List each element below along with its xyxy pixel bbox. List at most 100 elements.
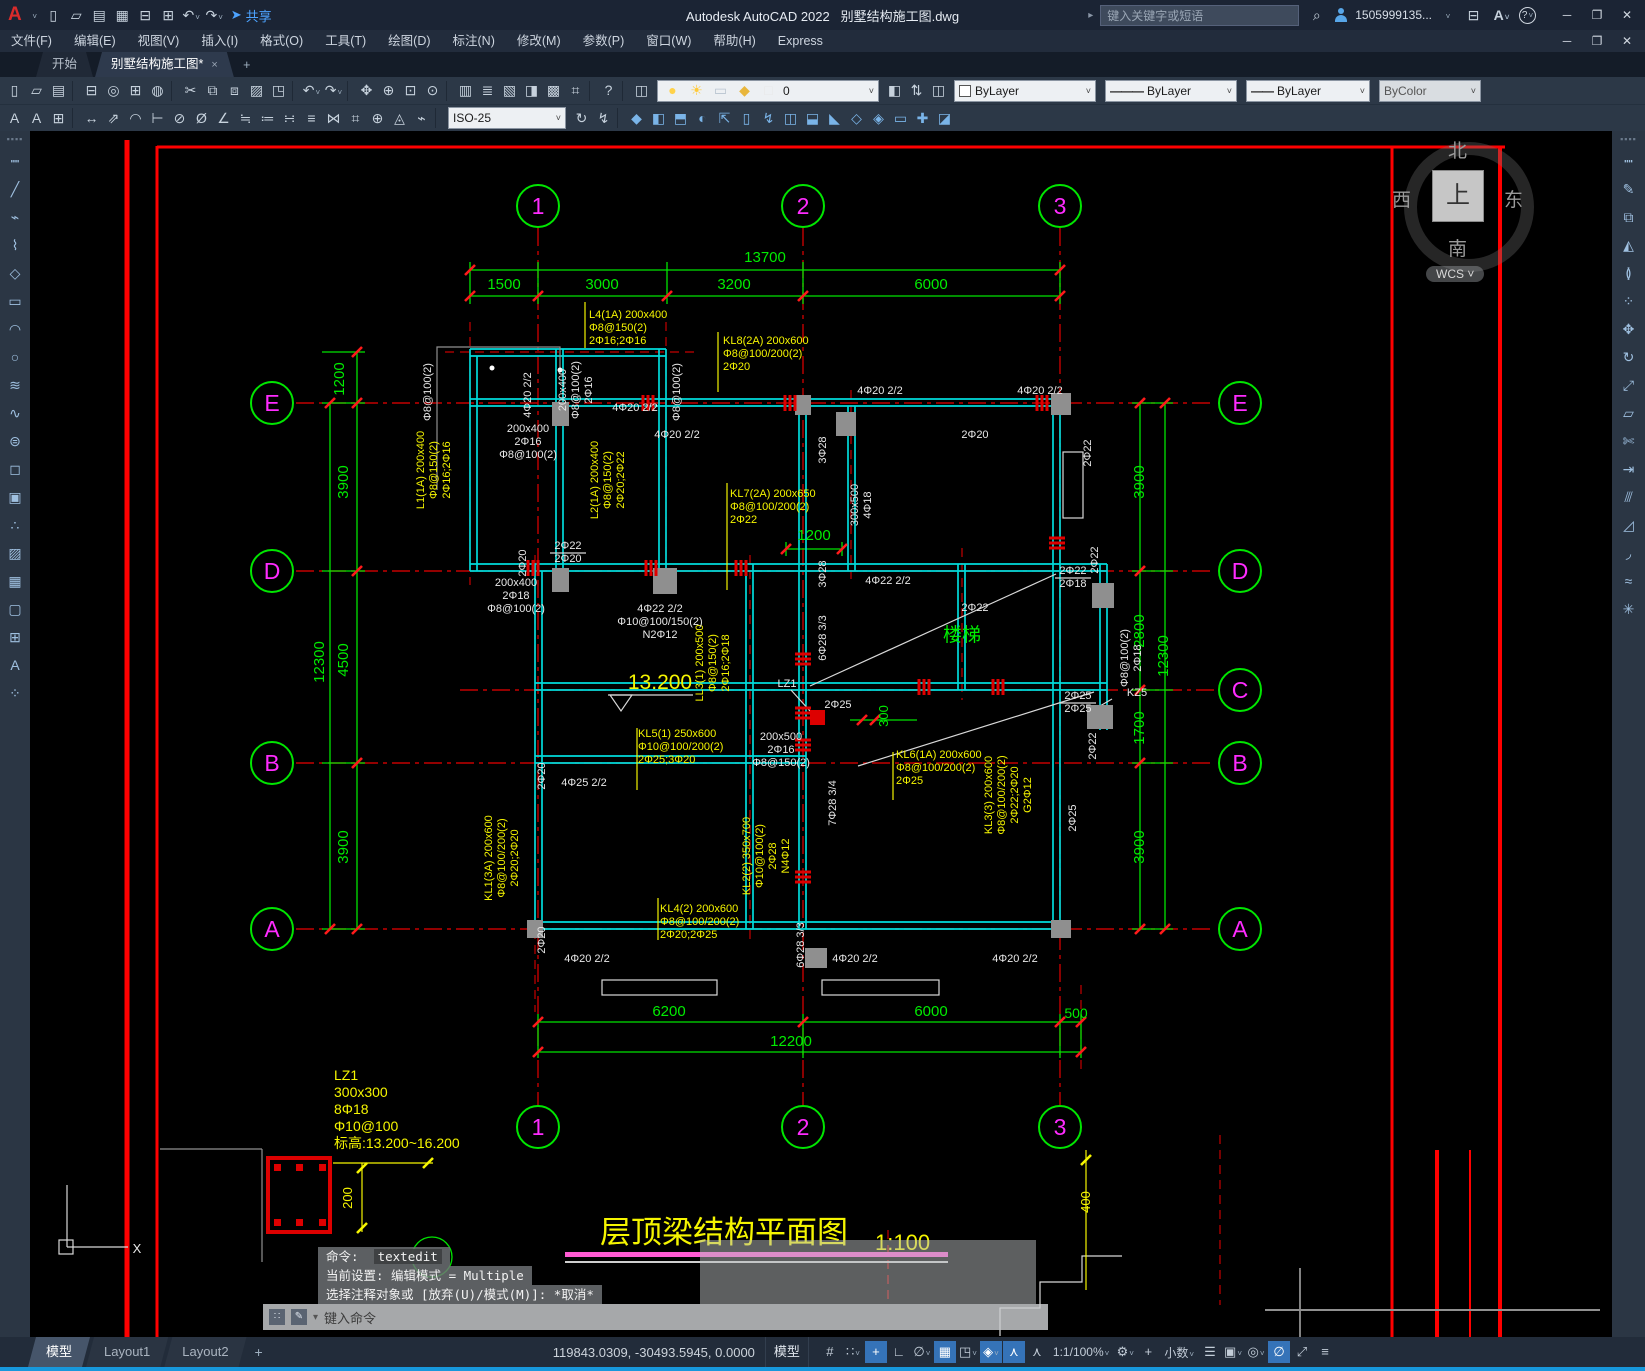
toolbar-grip[interactable]: ▪▪▪▪ <box>1620 134 1637 144</box>
dim-tolerance-icon[interactable]: ⌗ <box>345 108 366 129</box>
polygon-icon[interactable]: ◇ <box>4 262 26 284</box>
cleanscreen-icon[interactable]: ⤢ <box>1291 1341 1313 1363</box>
dyninput-icon[interactable]: + <box>864 1341 887 1363</box>
quickprops-icon[interactable]: ☰ <box>1199 1341 1221 1363</box>
toolpalettes-icon[interactable]: ▧ <box>499 80 520 101</box>
new-layout-button[interactable]: + <box>255 1344 263 1360</box>
tab-model[interactable]: 模型 <box>28 1337 90 1367</box>
autocad-logo-icon[interactable]: A <box>8 4 22 26</box>
copy-icon[interactable]: ⧉ <box>202 80 223 101</box>
plot-icon[interactable]: ⊟ <box>81 80 102 101</box>
menu-item-11[interactable]: 帮助(H) <box>702 30 766 52</box>
doc-restore-button[interactable]: ❐ <box>1583 32 1611 50</box>
search-icon[interactable]: ⌕ <box>1306 5 1327 26</box>
mod14-icon[interactable]: ✚ <box>912 108 933 129</box>
layer-prev-icon[interactable]: ◧ <box>884 80 905 101</box>
recent-commands-icon[interactable]: ✎ <box>291 1309 307 1325</box>
dim-baseline-icon[interactable]: ≔ <box>257 108 278 129</box>
break-icon[interactable]: ⫻ <box>1618 486 1640 508</box>
polar-icon[interactable]: ∅ <box>911 1341 933 1363</box>
menu-item-1[interactable]: 编辑(E) <box>63 30 127 52</box>
markup-icon[interactable]: ▩ <box>543 80 564 101</box>
dimstyle-combo[interactable]: ISO-25 ˅ <box>448 107 566 129</box>
close-button[interactable]: ✕ <box>1613 4 1641 26</box>
dim-angular-icon[interactable]: ∠ <box>213 108 234 129</box>
revcloud-icon[interactable]: ≋ <box>4 374 26 396</box>
layercolor-icon[interactable]: □ <box>758 80 779 101</box>
viewcube-east[interactable]: 东 <box>1504 185 1523 212</box>
mod12-icon[interactable]: ◈ <box>868 108 889 129</box>
menu-item-6[interactable]: 绘图(D) <box>377 30 441 52</box>
hwaccel-icon[interactable]: ∅ <box>1268 1341 1290 1363</box>
grip-icon[interactable]: ┉ <box>4 150 26 172</box>
menu-item-9[interactable]: 参数(P) <box>572 30 636 52</box>
new-icon[interactable]: ▯ <box>43 5 64 26</box>
extend-icon[interactable]: ⇥ <box>1618 458 1640 480</box>
doc-minimize-button[interactable]: ─ <box>1553 32 1581 50</box>
offset-icon[interactable]: ≬ <box>1618 262 1640 284</box>
table-icon[interactable]: ⊞ <box>4 626 26 648</box>
layer-state-icon[interactable]: ⇅ <box>906 80 927 101</box>
isolate-icon[interactable]: ◎ <box>1245 1341 1267 1363</box>
sheetset-icon[interactable]: ◨ <box>521 80 542 101</box>
dim-diameter-icon[interactable]: Ø <box>191 108 212 129</box>
undo-icon[interactable]: ↶ <box>301 80 322 101</box>
sun-icon[interactable]: ☀ <box>686 80 707 101</box>
doc-close-button[interactable]: ✕ <box>1613 32 1641 50</box>
customize-icon[interactable]: ≡ <box>1314 1341 1336 1363</box>
workspace-icon[interactable]: ⚙ <box>1114 1341 1136 1363</box>
mod4-icon[interactable]: ◐ <box>692 108 713 129</box>
viewcube-west[interactable]: 西 <box>1392 185 1411 212</box>
mod5-icon[interactable]: ⇱ <box>714 108 735 129</box>
dim-override-icon[interactable]: ↯ <box>593 108 614 129</box>
hatch-icon[interactable]: ▨ <box>4 542 26 564</box>
wcs-dropdown[interactable]: WCS ˅ <box>1426 266 1485 282</box>
pan-icon[interactable]: ✥ <box>356 80 377 101</box>
menu-item-7[interactable]: 标注(N) <box>442 30 506 52</box>
viewcube-top[interactable]: 上 <box>1432 170 1484 222</box>
scale-icon[interactable]: ⤢ <box>1618 374 1640 396</box>
user-id[interactable]: 1505999135... <box>1355 8 1432 22</box>
mod11-icon[interactable]: ◇ <box>846 108 867 129</box>
menu-item-4[interactable]: 格式(O) <box>249 30 314 52</box>
share-button[interactable]: ➤ 共享 <box>231 6 272 25</box>
minimize-button[interactable]: ─ <box>1553 4 1581 26</box>
tablestyle-icon[interactable]: ⊞ <box>48 108 69 129</box>
line-icon[interactable]: ╱ <box>4 178 26 200</box>
make-block-icon[interactable]: ▣ <box>4 486 26 508</box>
open-icon[interactable]: ▱ <box>26 80 47 101</box>
maximize-button[interactable]: ❐ <box>1583 4 1611 26</box>
plot-icon[interactable]: ⊟ <box>135 5 156 26</box>
menu-item-12[interactable]: Express <box>767 30 834 52</box>
structural-plan-svg[interactable]: 1 2 3 E D B A E D C B A 1 2 3 13700 1500 3000 3200 6000 120… <box>0 130 1645 1337</box>
designcenter-icon[interactable]: ≣ <box>477 80 498 101</box>
batchplot-icon[interactable]: ⊞ <box>125 80 146 101</box>
mod6-icon[interactable]: ▯ <box>736 108 757 129</box>
menu-item-5[interactable]: 工具(T) <box>314 30 377 52</box>
app-store-icon[interactable]: ⊟ <box>1463 5 1484 26</box>
dim-space-icon[interactable]: ≡ <box>301 108 322 129</box>
zoom-window-icon[interactable]: ⊡ <box>400 80 421 101</box>
point-icon[interactable]: ∴ <box>4 514 26 536</box>
color-combo[interactable]: ByLayer ˅ <box>954 79 1096 102</box>
matchprops-icon[interactable]: ▨ <box>246 80 267 101</box>
publish-icon[interactable]: ⊞ <box>158 5 179 26</box>
ortho-icon[interactable]: ∟ <box>888 1341 910 1363</box>
mod2-icon[interactable]: ◧ <box>648 108 669 129</box>
lockui-icon[interactable]: ▣ <box>1222 1341 1244 1363</box>
xline-icon[interactable]: ⌁ <box>4 206 26 228</box>
mod7-icon[interactable]: ↯ <box>758 108 779 129</box>
freeze-icon[interactable]: ▭ <box>710 80 731 101</box>
bulb-icon[interactable]: ● <box>662 80 683 101</box>
lineweight-combo[interactable]: —— ByLayer ˅ <box>1246 79 1370 102</box>
redo-icon[interactable]: ↷ <box>323 80 344 101</box>
layer-iso-icon[interactable]: ◫ <box>928 80 949 101</box>
view-cube[interactable]: 北 西 东 上 南 WCS ˅ <box>1392 138 1534 288</box>
lock-icon[interactable]: ◆ <box>734 80 755 101</box>
osnap-icon[interactable]: ▦ <box>933 1341 956 1363</box>
mod15-icon[interactable]: ◪ <box>934 108 955 129</box>
annomonitor-icon[interactable]: + <box>1137 1341 1159 1363</box>
zoom-realtime-icon[interactable]: ⊕ <box>378 80 399 101</box>
dim-update-icon[interactable]: ↻ <box>571 108 592 129</box>
new-icon[interactable]: ▯ <box>4 80 25 101</box>
